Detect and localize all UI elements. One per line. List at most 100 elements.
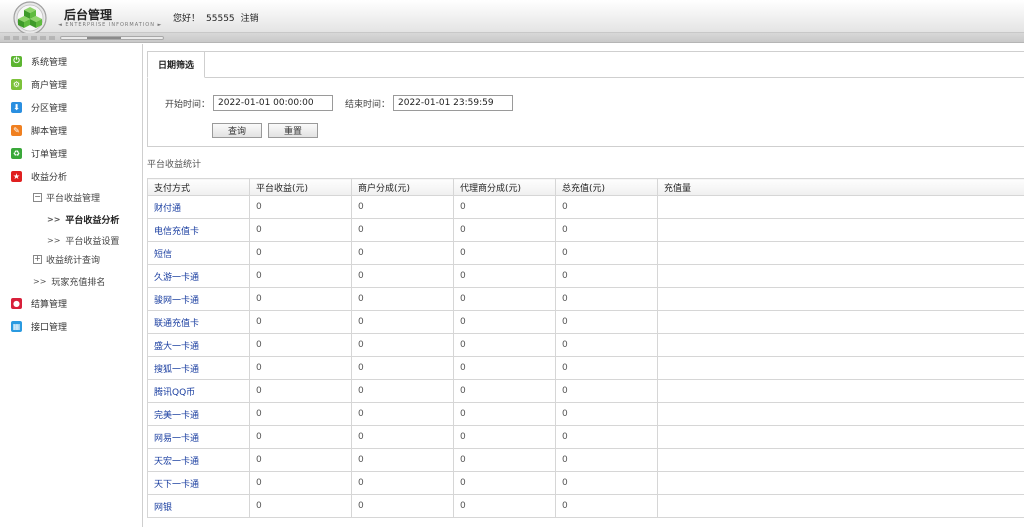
tree-platform-income-analysis[interactable]: >> 平台收益分析 [47,212,119,226]
sidebar-item-script[interactable]: ✎ 脚本管理 [11,122,67,138]
table-cell: 0 [351,379,454,403]
sidebar-item-merchant[interactable]: ⚙ 商户管理 [11,76,67,92]
table-cell: 0 [351,425,454,449]
toolbar-strip [0,33,1024,43]
tree-player-recharge-rank[interactable]: >> 玩家充值排名 [33,274,105,288]
username: 55555 [206,14,235,24]
logout-link[interactable]: 注销 [241,14,259,24]
star-icon: ★ [11,170,22,182]
payment-method-link[interactable]: 天下一卡通 [154,480,199,490]
sidebar-item-settlement[interactable]: ● 结算管理 [11,295,67,311]
start-time-input[interactable]: 2022-01-01 00:00:00 [213,95,333,111]
payment-method-link[interactable]: 搜狐一卡通 [154,365,199,375]
tree-label: 平台收益设置 [65,236,120,247]
table-cell: 0 [351,356,454,380]
table-row: 久游一卡通 0 0 0 0 [147,264,1024,288]
tree-platform-income-settings[interactable]: >> 平台收益设置 [47,233,119,247]
payment-method-link[interactable]: 网易一卡通 [154,434,199,444]
table-cell: 0 [249,264,352,288]
table-cell [657,448,1024,472]
table-cell: 0 [555,425,658,449]
payment-method-link[interactable]: 骏网一卡通 [154,296,199,306]
tree-label: 平台收益管理 [46,193,101,204]
payment-method-cell: 网银 [147,494,250,518]
payment-method-cell: 腾讯QQ币 [147,379,250,403]
table-cell: 0 [249,218,352,242]
col-agent-share: 代理商分成(元) [453,178,556,196]
payment-method-link[interactable]: 网银 [154,503,172,513]
collapse-icon[interactable]: − [33,192,42,202]
payment-method-cell: 网易一卡通 [147,425,250,449]
sidebar-item-income[interactable]: ★ 收益分析 [11,168,67,184]
table-cell [657,402,1024,426]
table-cell: 0 [249,333,352,357]
table-row: 完美一卡通 0 0 0 0 [147,402,1024,426]
query-button[interactable]: 查询 [212,123,262,138]
user-greeting: 您好！ 55555 注销 [173,11,265,24]
table-cell [657,195,1024,219]
payment-method-link[interactable]: 天宏一卡通 [154,457,199,467]
sidebar-item-order[interactable]: ♻ 订单管理 [11,145,67,161]
table-cell: 0 [453,356,556,380]
sidebar-item-interface[interactable]: ▦ 接口管理 [11,318,67,334]
table-cell: 0 [351,310,454,334]
sidebar-item-partition[interactable]: ⬇ 分区管理 [11,99,67,115]
top-header: 后台管理 ◄ ENTERPRISE INFORMATION ► 您好！ 55555… [0,0,1024,35]
end-time-input[interactable]: 2022-01-01 23:59:59 [393,95,513,111]
table-cell: 0 [555,402,658,426]
payment-method-cell: 天宏一卡通 [147,448,250,472]
payment-method-link[interactable]: 完美一卡通 [154,411,199,421]
payment-method-link[interactable]: 久游一卡通 [154,273,199,283]
table-row: 网易一卡通 0 0 0 0 [147,425,1024,449]
table-cell: 0 [453,379,556,403]
payment-method-link[interactable]: 财付通 [154,204,181,214]
sidebar-item-label: 商户管理 [31,80,68,91]
app-subtitle: ◄ ENTERPRISE INFORMATION ► [58,22,163,28]
payment-method-link[interactable]: 盛大一卡通 [154,342,199,352]
slider-thumb[interactable] [87,37,121,39]
table-row: 腾讯QQ币 0 0 0 0 [147,379,1024,403]
recycle-icon: ♻ [11,147,22,159]
arrow-icon: >> [47,214,61,224]
payment-method-link[interactable]: 联通充值卡 [154,319,199,329]
table-cell: 0 [249,471,352,495]
payment-method-cell: 骏网一卡通 [147,287,250,311]
payment-method-link[interactable]: 短信 [154,250,172,260]
col-platform-income: 平台收益(元) [249,178,352,196]
table-cell: 0 [555,264,658,288]
table-cell: 0 [555,287,658,311]
table-row: 搜狐一卡通 0 0 0 0 [147,356,1024,380]
sidebar-item-system[interactable]: ⏻ 系统管理 [11,53,67,69]
table-cell: 0 [555,356,658,380]
table-row: 联通充值卡 0 0 0 0 [147,310,1024,334]
reset-button[interactable]: 重置 [268,123,318,138]
tree-label: 玩家充值排名 [51,277,106,288]
table-cell [657,425,1024,449]
col-total-recharge: 总充值(元) [555,178,658,196]
payment-method-cell: 久游一卡通 [147,264,250,288]
expand-icon[interactable]: + [33,254,42,264]
table-cell: 0 [453,471,556,495]
layout-slider[interactable] [60,36,164,40]
pencil-icon: ✎ [11,124,22,136]
table-cell: 0 [249,195,352,219]
table-row: 电信充值卡 0 0 0 0 [147,218,1024,242]
arrow-icon: >> [47,235,61,245]
table-cell: 0 [453,448,556,472]
table-cell: 0 [249,425,352,449]
table-cell: 0 [351,402,454,426]
table-cell: 0 [453,425,556,449]
table-cell: 0 [249,494,352,518]
sidebar-item-label: 接口管理 [31,322,68,333]
greeting-text: 您好！ [173,14,201,24]
table-cell: 0 [555,195,658,219]
tree-platform-income-mgmt[interactable]: − 平台收益管理 [33,190,100,204]
table-cell: 0 [555,448,658,472]
tab-date-filter[interactable]: 日期筛选 [147,51,205,78]
payment-method-link[interactable]: 腾讯QQ币 [154,388,195,398]
table-cell: 0 [351,195,454,219]
table-cell: 0 [351,333,454,357]
window-icon: ▦ [11,320,22,332]
payment-method-link[interactable]: 电信充值卡 [154,227,199,237]
tree-income-stats-query[interactable]: + 收益统计查询 [33,252,100,266]
